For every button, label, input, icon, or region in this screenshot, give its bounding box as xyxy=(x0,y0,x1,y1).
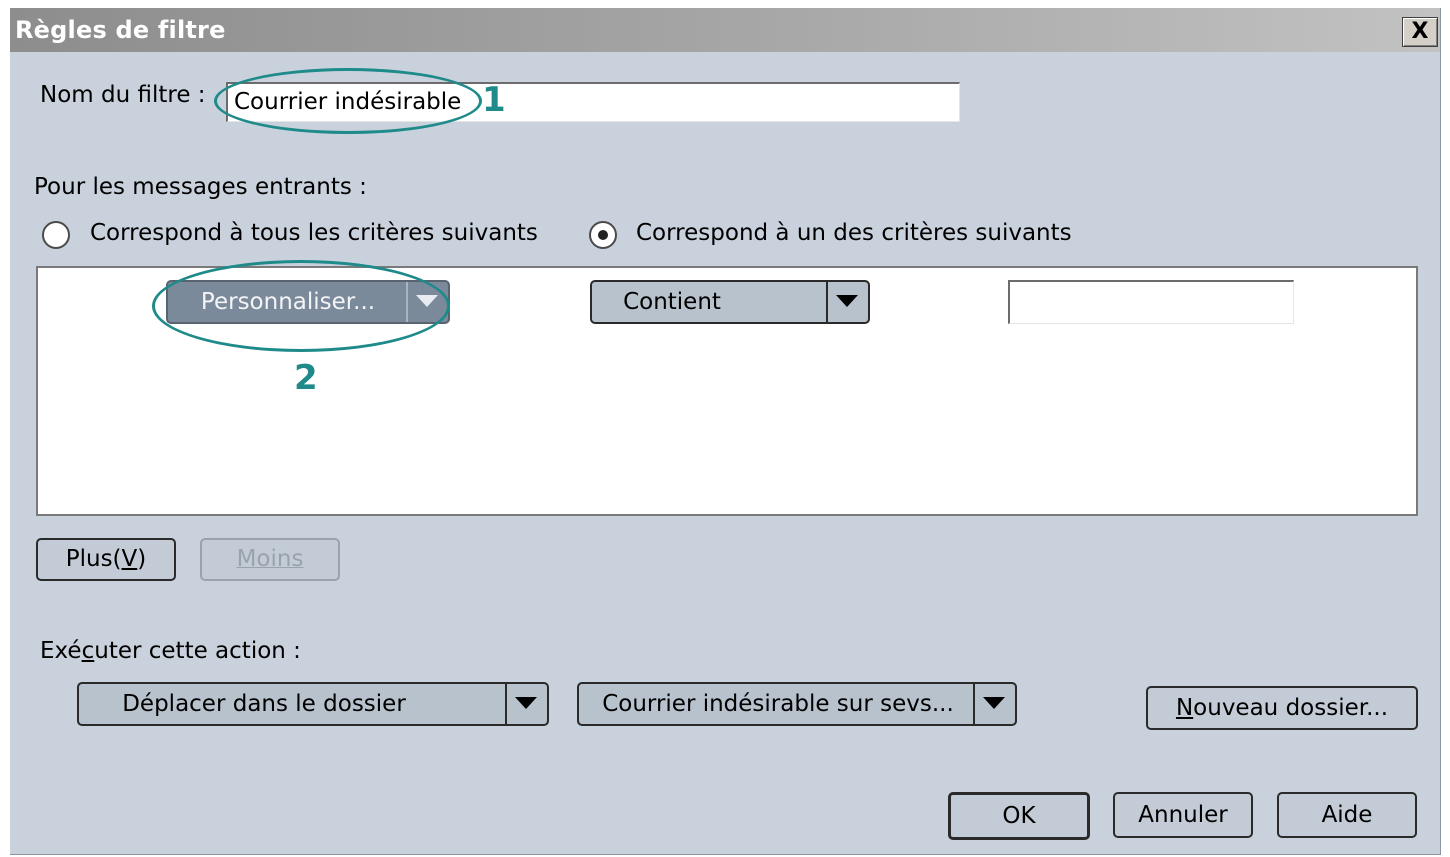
folder-dropdown[interactable]: Courrier indésirable sur sevs... xyxy=(577,682,1017,726)
criteria-field-value: Personnaliser... xyxy=(200,289,376,315)
criteria-list: Personnaliser... Contient xyxy=(36,266,1418,516)
filter-name-label: Nom du filtre : xyxy=(40,82,206,108)
close-button[interactable]: X xyxy=(1402,17,1438,47)
action-label-part-end: uter cette action : xyxy=(94,638,301,664)
help-button[interactable]: Aide xyxy=(1277,792,1417,838)
ok-button[interactable]: OK xyxy=(948,792,1090,840)
annotation-callout-1: 1 xyxy=(482,80,506,120)
folder-dropdown-value: Courrier indésirable sur sevs... xyxy=(602,691,954,717)
radio-match-any[interactable] xyxy=(589,221,617,249)
criteria-field-dropdown[interactable]: Personnaliser... xyxy=(166,280,450,324)
ok-button-label: OK xyxy=(1002,803,1036,829)
criteria-operator-value: Contient xyxy=(623,289,721,315)
action-label: Exécuter cette action : xyxy=(40,638,301,664)
title-bar[interactable]: Règles de filtre X xyxy=(10,8,1440,52)
filter-name-input[interactable]: Courrier indésirable xyxy=(226,82,960,122)
chevron-down-icon[interactable] xyxy=(406,282,448,322)
cancel-button[interactable]: Annuler xyxy=(1113,792,1253,838)
cancel-button-label: Annuler xyxy=(1138,802,1228,828)
radio-match-all-label[interactable]: Correspond à tous les critères suivants xyxy=(90,220,538,246)
less-button[interactable]: Moins xyxy=(200,538,340,581)
new-folder-accesskey: N xyxy=(1175,695,1194,721)
filter-name-value: Courrier indésirable xyxy=(234,89,462,115)
new-folder-label: ouveau dossier... xyxy=(1193,695,1389,721)
criteria-operator-dropdown[interactable]: Contient xyxy=(590,280,870,324)
incoming-messages-label: Pour les messages entrants : xyxy=(34,174,367,200)
window-title: Règles de filtre xyxy=(15,16,226,44)
action-dropdown-value: Déplacer dans le dossier xyxy=(122,691,406,717)
chevron-down-icon[interactable] xyxy=(505,684,547,724)
less-button-label: Moins xyxy=(236,546,304,572)
criteria-value-input[interactable] xyxy=(1008,280,1294,324)
more-button-label-end: ) xyxy=(137,546,147,572)
action-label-part: Exé xyxy=(40,638,82,664)
radio-selected-dot xyxy=(598,230,608,240)
chevron-down-icon[interactable] xyxy=(826,282,868,322)
new-folder-button[interactable]: Nouveau dossier... xyxy=(1146,686,1418,730)
filter-rules-dialog: Règles de filtre X Nom du filtre : Courr… xyxy=(10,8,1441,855)
radio-match-any-label[interactable]: Correspond à un des critères suivants xyxy=(636,220,1072,246)
action-label-accesskey: c xyxy=(81,638,95,664)
help-button-label: Aide xyxy=(1321,802,1373,828)
more-button-label: Plus( xyxy=(65,546,122,572)
more-button-accesskey: V xyxy=(121,546,138,572)
more-button[interactable]: Plus(V) xyxy=(36,538,176,581)
action-dropdown[interactable]: Déplacer dans le dossier xyxy=(77,682,549,726)
chevron-down-icon[interactable] xyxy=(973,684,1015,724)
annotation-callout-2: 2 xyxy=(294,358,318,398)
radio-match-all[interactable] xyxy=(42,221,70,249)
